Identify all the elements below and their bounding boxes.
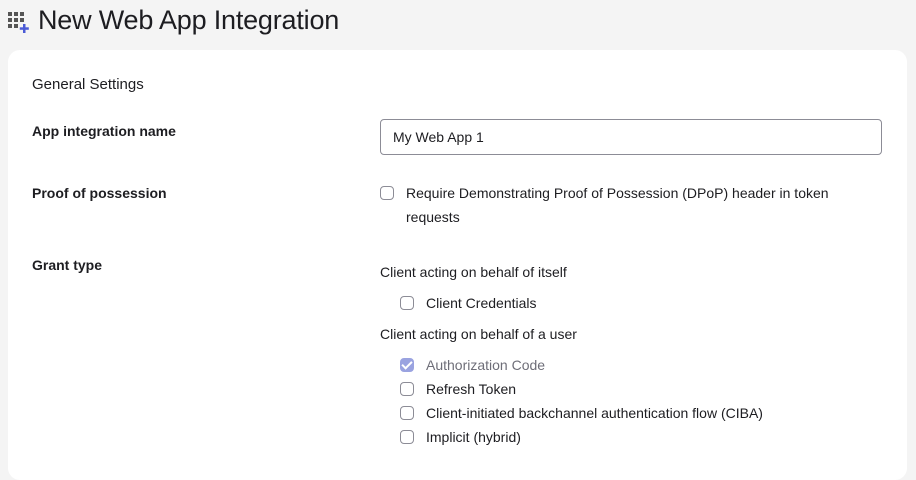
general-settings-card: General Settings App integration name Pr… (8, 50, 907, 480)
app-name-input[interactable] (380, 119, 882, 155)
ciba-label: Client-initiated backchannel authenticat… (426, 405, 763, 421)
authorization-code-checkbox[interactable] (400, 358, 414, 372)
app-name-label: App integration name (32, 123, 176, 139)
app-grid-add-icon (8, 10, 32, 34)
grant-option-authorization-code[interactable]: Authorization Code (400, 353, 545, 377)
dpop-option[interactable]: Require Demonstrating Proof of Possessio… (380, 181, 829, 229)
page-title: New Web App Integration (38, 4, 340, 35)
dpop-checkbox[interactable] (380, 186, 394, 200)
implicit-label: Implicit (hybrid) (426, 429, 521, 445)
client-credentials-checkbox[interactable] (400, 296, 414, 310)
refresh-token-label: Refresh Token (426, 381, 517, 397)
implicit-checkbox[interactable] (400, 430, 414, 444)
grant-option-ciba[interactable]: Client-initiated backchannel authenticat… (400, 401, 763, 425)
ciba-checkbox[interactable] (400, 406, 414, 420)
client-credentials-label: Client Credentials (426, 295, 537, 311)
grant-option-implicit[interactable]: Implicit (hybrid) (400, 425, 521, 449)
authorization-code-label: Authorization Code (426, 357, 546, 373)
grant-option-client-credentials[interactable]: Client Credentials (400, 291, 537, 315)
grant-type-label: Grant type (32, 257, 103, 273)
dpop-label-line2: requests (406, 209, 460, 225)
grant-group-user-label: Client acting on behalf of a user (380, 326, 577, 342)
grant-group-itself-label: Client acting on behalf of itself (380, 264, 567, 280)
proof-of-possession-label: Proof of possession (32, 185, 167, 201)
dpop-option-label: Require Demonstrating Proof of Possessio… (406, 181, 829, 229)
grant-option-refresh-token[interactable]: Refresh Token (400, 377, 516, 401)
page-header: New Web App Integration (8, 0, 339, 40)
refresh-token-checkbox[interactable] (400, 382, 414, 396)
dpop-label-line1: Require Demonstrating Proof of Possessio… (406, 185, 829, 201)
section-title: General Settings (32, 76, 144, 93)
